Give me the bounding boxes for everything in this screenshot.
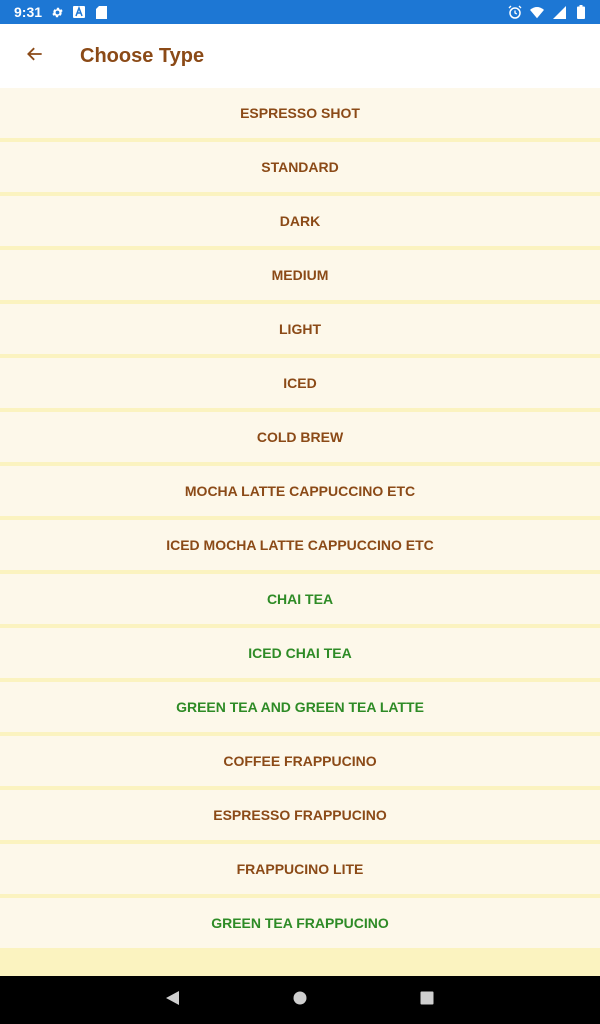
list-item-coffee-frappucino[interactable]: COFFEE FRAPPUCINO	[0, 736, 600, 786]
nav-recents-button[interactable]	[403, 976, 451, 1024]
list-item-cold-brew[interactable]: COLD BREW	[0, 412, 600, 462]
list-item-iced[interactable]: ICED	[0, 358, 600, 408]
square-recents-icon	[419, 990, 435, 1011]
a-icon	[72, 5, 86, 19]
list-item-iced-mocha-latte[interactable]: ICED MOCHA LATTE CAPPUCCINO ETC	[0, 520, 600, 570]
list-item-iced-chai-tea[interactable]: ICED CHAI TEA	[0, 628, 600, 678]
list-item-espresso-frappucino[interactable]: ESPRESSO FRAPPUCINO	[0, 790, 600, 840]
alarm-icon	[508, 5, 522, 19]
list-item-light[interactable]: LIGHT	[0, 304, 600, 354]
list-item-mocha-latte[interactable]: MOCHA LATTE CAPPUCCINO ETC	[0, 466, 600, 516]
list-item-standard[interactable]: STANDARD	[0, 142, 600, 192]
status-bar: 9:31	[0, 0, 600, 24]
system-nav-bar	[0, 976, 600, 1024]
status-right	[508, 5, 588, 19]
list-item-medium[interactable]: MEDIUM	[0, 250, 600, 300]
nav-back-button[interactable]	[149, 976, 197, 1024]
wifi-icon	[530, 5, 544, 19]
back-button[interactable]	[0, 24, 70, 88]
list-item-espresso-shot[interactable]: ESPRESSO SHOT	[0, 88, 600, 138]
triangle-back-icon	[165, 990, 181, 1011]
type-list: ESPRESSO SHOT STANDARD DARK MEDIUM LIGHT…	[0, 88, 600, 976]
nav-home-button[interactable]	[276, 976, 324, 1024]
battery-icon	[574, 5, 588, 19]
app-bar: Choose Type	[0, 24, 600, 88]
list-item-chai-tea[interactable]: CHAI TEA	[0, 574, 600, 624]
list-item-green-tea-frappucino[interactable]: GREEN TEA FRAPPUCINO	[0, 898, 600, 948]
status-left: 9:31	[14, 4, 108, 20]
sd-card-icon	[94, 5, 108, 19]
arrow-left-icon	[25, 44, 45, 69]
list-item-dark[interactable]: DARK	[0, 196, 600, 246]
list-item-frappucino-lite[interactable]: FRAPPUCINO LITE	[0, 844, 600, 894]
gear-icon	[50, 5, 64, 19]
signal-icon	[552, 5, 566, 19]
status-time: 9:31	[14, 4, 43, 20]
page-title: Choose Type	[80, 44, 205, 67]
circle-home-icon	[292, 990, 308, 1011]
list-item-green-tea-latte[interactable]: GREEN TEA AND GREEN TEA LATTE	[0, 682, 600, 732]
